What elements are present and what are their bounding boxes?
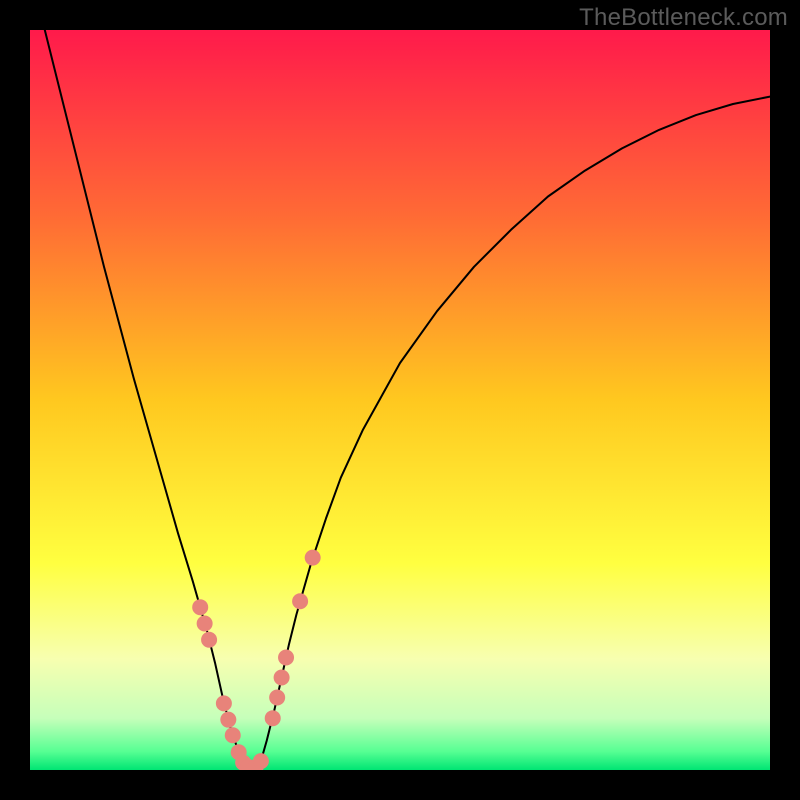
plot-area (30, 30, 770, 770)
marker-dot (225, 727, 241, 743)
chart-svg (30, 30, 770, 770)
marker-dot (253, 753, 269, 769)
marker-dot (201, 632, 217, 648)
marker-dot (192, 599, 208, 615)
gradient-background (30, 30, 770, 770)
marker-dot (278, 650, 294, 666)
marker-dot (274, 670, 290, 686)
marker-dot (220, 712, 236, 728)
marker-dot (305, 550, 321, 566)
marker-dot (216, 695, 232, 711)
marker-dot (197, 615, 213, 631)
marker-dot (265, 710, 281, 726)
chart-container: TheBottleneck.com (0, 0, 800, 800)
watermark-text: TheBottleneck.com (579, 4, 788, 32)
marker-dot (292, 593, 308, 609)
marker-dot (269, 689, 285, 705)
